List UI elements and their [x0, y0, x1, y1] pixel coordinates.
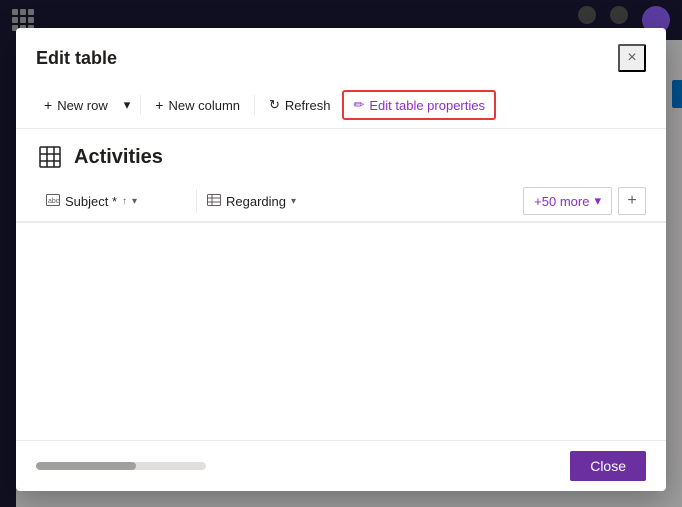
edit-table-props-button[interactable]: ✏ Edit table properties [345, 93, 493, 117]
modal-body: Activities abc Subject * ↑ ▾ [16, 129, 666, 440]
modal-title: Edit table [36, 48, 117, 69]
new-row-chevron-button[interactable]: ▾ [120, 92, 135, 118]
modal-toolbar: + New row ▾ + New column ↻ Refresh ✏ Edi… [16, 84, 666, 129]
table-header: Activities [16, 129, 666, 181]
regarding-col-label: Regarding [226, 194, 286, 209]
more-cols-label: +50 more [534, 194, 589, 209]
add-col-plus-icon: + [627, 192, 636, 210]
more-cols-chevron-icon: ▾ [594, 193, 601, 209]
subject-col-icon: abc [46, 194, 60, 209]
toolbar-divider-2 [254, 95, 255, 115]
chevron-down-icon: ▾ [124, 97, 131, 113]
new-column-button[interactable]: + New column [147, 92, 248, 118]
modal-footer: Close [16, 440, 666, 491]
scrollbar-thumb[interactable] [36, 462, 136, 470]
new-column-label: New column [168, 98, 240, 113]
subject-col-label: Subject * [65, 194, 117, 209]
refresh-label: Refresh [285, 98, 331, 113]
plus-icon-2: + [155, 97, 163, 113]
add-column-button[interactable]: + [618, 187, 646, 215]
horizontal-scrollbar[interactable] [36, 462, 206, 470]
refresh-button[interactable]: ↻ Refresh [261, 92, 338, 118]
sort-ascending-icon: ↑ [122, 196, 127, 207]
regarding-column-header[interactable]: Regarding ▾ [197, 188, 357, 215]
pencil-icon: ✏ [353, 97, 364, 113]
modal-header: Edit table × [16, 28, 666, 84]
modal-close-button[interactable]: × [618, 44, 646, 72]
edit-table-props-wrapper: ✏ Edit table properties [342, 90, 496, 120]
table-content-area [16, 223, 666, 403]
more-columns-button[interactable]: +50 more ▾ [523, 187, 612, 215]
table-grid-icon [36, 143, 64, 171]
refresh-icon: ↻ [269, 97, 280, 113]
new-row-label: New row [57, 98, 108, 113]
close-button[interactable]: Close [570, 451, 646, 481]
subject-column-header[interactable]: abc Subject * ↑ ▾ [36, 188, 196, 215]
new-row-button[interactable]: + New row [36, 92, 116, 118]
regarding-col-icon [207, 194, 221, 209]
column-headers-row: abc Subject * ↑ ▾ Regardin [16, 181, 666, 223]
svg-text:abc: abc [48, 198, 60, 205]
toolbar-divider-1 [140, 95, 141, 115]
edit-table-modal: Edit table × + New row ▾ + New column ↻ … [16, 28, 666, 491]
subject-col-dropdown-icon: ▾ [132, 196, 137, 207]
edit-table-props-label: Edit table properties [369, 98, 485, 113]
regarding-col-dropdown-icon: ▾ [291, 196, 296, 207]
table-name: Activities [74, 146, 163, 169]
plus-icon: + [44, 97, 52, 113]
